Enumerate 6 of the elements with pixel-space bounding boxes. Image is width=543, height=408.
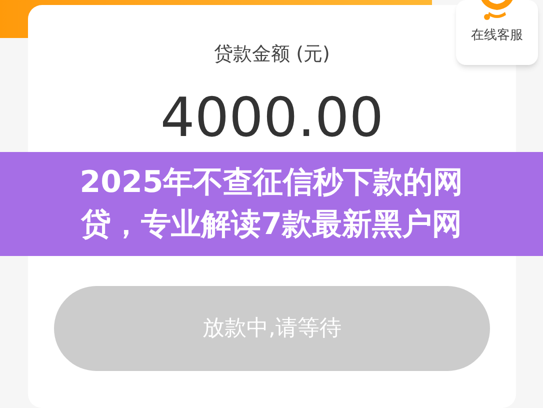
- banner-title-line: 2025年不查征信秒下款的网: [80, 164, 464, 202]
- banner-title-line: 贷，专业解读7款最新黑户网: [81, 206, 462, 244]
- loan-amount: 4000.00: [160, 90, 384, 144]
- support-widget[interactable]: 在线客服: [456, 0, 538, 65]
- support-label: 在线客服: [471, 27, 523, 45]
- loan-amount-label: 贷款金额 (元): [214, 42, 330, 67]
